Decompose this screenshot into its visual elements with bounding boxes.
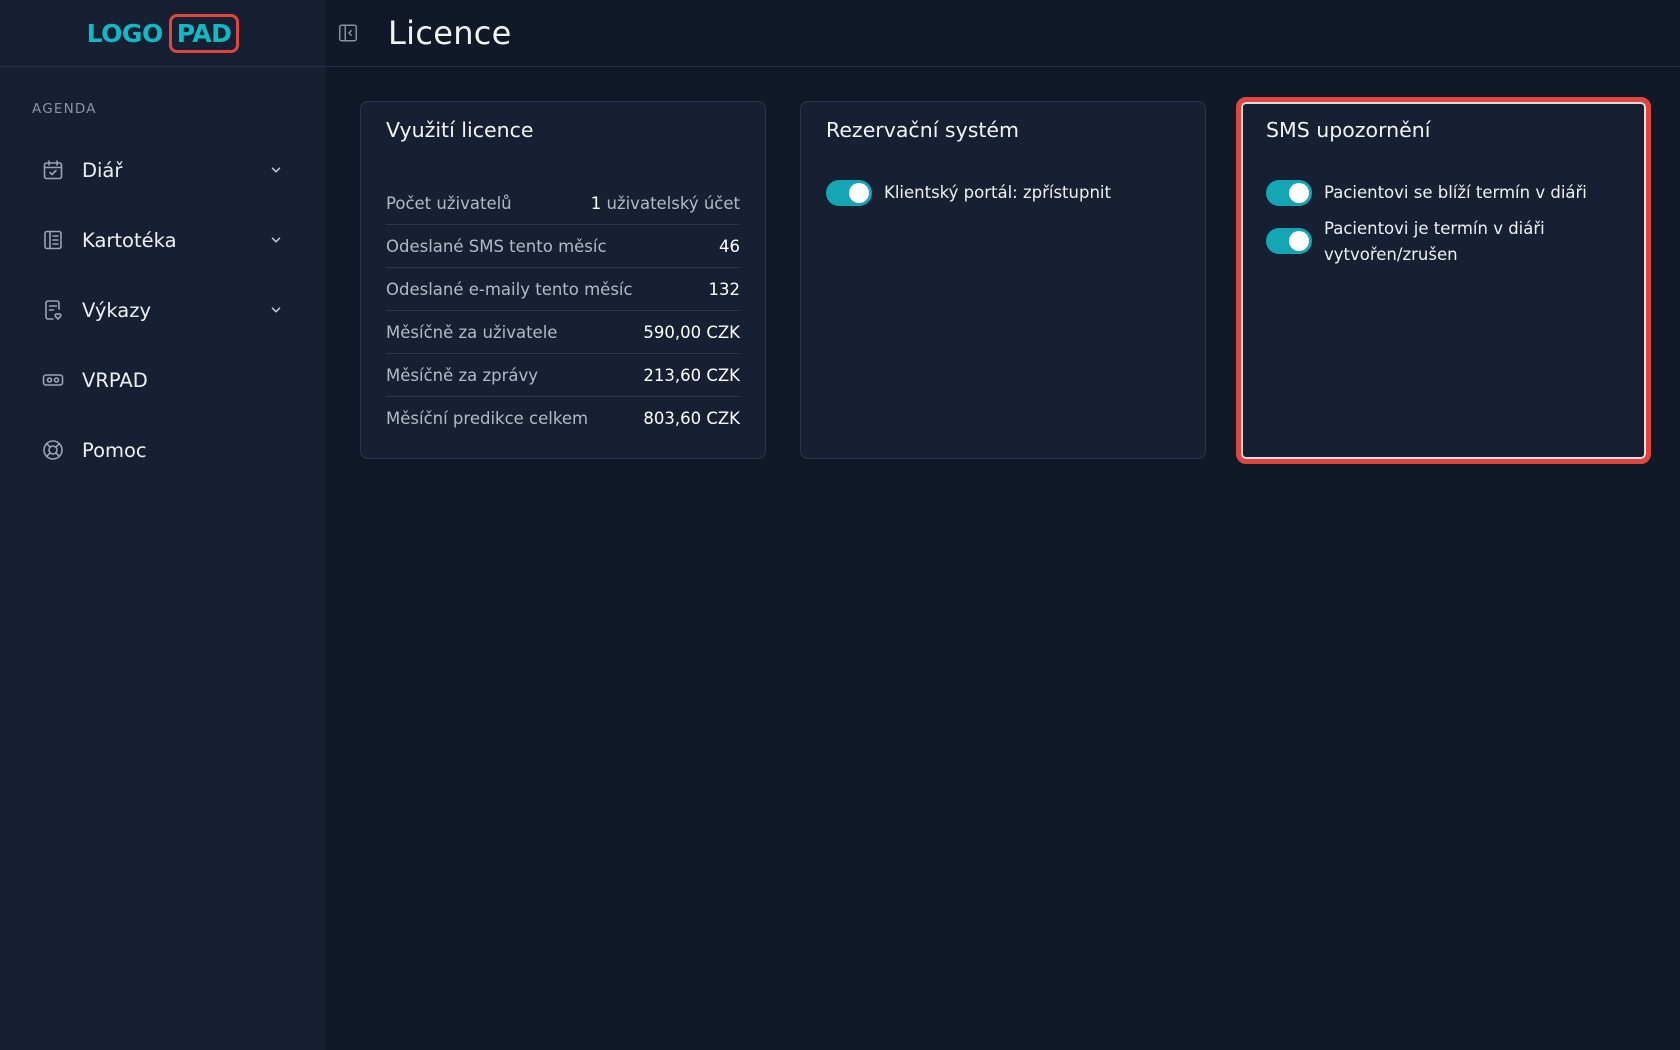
sidebar-item-vrpad[interactable]: VRPAD [0,345,326,415]
client-portal-toggle[interactable] [826,180,872,206]
toggle-row: Pacientovi je termín v diáři vytvořen/zr… [1266,216,1566,268]
sms-notifications-card: SMS upozornění Pacientovi se blíží termí… [1240,101,1646,459]
page-title: Licence [388,14,512,52]
stat-row: Měsíční predikce celkem 803,60 CZK [386,397,740,440]
toggle-label: Pacientovi je termín v diáři vytvořen/zr… [1324,219,1545,264]
toggle-knob [1289,231,1309,251]
sidebar-item-kartoteka[interactable]: Kartotéka [0,205,326,275]
toggle-label: Pacientovi se blíží termín v diáři [1324,183,1587,202]
file-cabinet-icon [40,227,66,253]
lifebuoy-icon [40,437,66,463]
chevron-down-icon[interactable] [268,302,284,318]
sidebar-item-label: VRPAD [82,368,148,392]
stat-value: 213,60 CZK [643,365,740,385]
logo[interactable]: LOGO PAD [86,13,240,53]
card-title: Rezervační systém [826,118,1020,142]
sidebar-item-diar[interactable]: Diář [0,135,326,205]
chevron-down-icon[interactable] [268,232,284,248]
toggle-knob [849,183,869,203]
stat-row: Měsíčně za uživatele 590,00 CZK [386,311,740,354]
sidebar-item-label: Výkazy [82,298,152,322]
stat-label: Odeslané e-maily tento měsíc [386,279,633,299]
sidebar-collapse-icon[interactable] [336,21,360,45]
sidebar-item-label: Pomoc [82,438,147,462]
stat-value-unit: uživatelský účet [606,193,740,213]
stat-value: 46 [719,236,740,256]
logo-text: LOGO [86,18,164,48]
sidebar-nav: Diář Kartotéka Výkazy VRPAD Pomoc [0,135,326,485]
license-stats: Počet uživatelů 1 uživatelský účet Odesl… [386,182,740,440]
stat-row: Odeslané SMS tento měsíc 46 [386,225,740,268]
reservation-system-card: Rezervační systém Klientský portál: zpří… [800,101,1206,459]
vr-headset-icon [40,367,66,393]
toggle-row: Pacientovi se blíží termín v diáři [1266,180,1620,206]
stat-value-number: 1 [590,193,602,213]
sms-upcoming-appointment-toggle[interactable] [1266,180,1312,206]
stat-label: Počet uživatelů [386,193,512,213]
sidebar-item-label: Kartotéka [82,228,177,252]
toggle-knob [1289,183,1309,203]
stat-row: Počet uživatelů 1 uživatelský účet [386,182,740,225]
stat-row: Odeslané e-maily tento měsíc 132 [386,268,740,311]
toggle-label: Klientský portál: zpřístupnit [884,183,1111,202]
stat-value: 1 uživatelský účet [591,194,740,213]
logo-area: LOGO PAD [0,0,326,67]
page-header: Licence [326,0,1680,67]
stat-value: 132 [708,279,741,299]
stat-label: Měsíční predikce celkem [386,409,589,428]
license-usage-card: Využití licence Počet uživatelů 1 uživat… [360,101,766,459]
stat-label: Měsíčně za uživatele [386,322,558,342]
stat-value: 803,60 CZK [643,409,740,428]
sidebar: LOGO PAD AGENDA Diář Kartotéka Výkazy VR… [0,0,326,1050]
report-icon [40,297,66,323]
logo-pad-text: PAD [168,13,240,53]
sidebar-item-label: Diář [82,158,123,182]
sidebar-item-pomoc[interactable]: Pomoc [0,415,326,485]
sidebar-item-vykazy[interactable]: Výkazy [0,275,326,345]
stat-label: Odeslané SMS tento měsíc [386,236,607,256]
stat-row: Měsíčně za zprávy 213,60 CZK [386,354,740,397]
stat-value: 590,00 CZK [643,322,740,342]
card-title: SMS upozornění [1266,118,1431,142]
stat-label: Měsíčně za zprávy [386,365,539,385]
sidebar-section-label: AGENDA [32,101,97,117]
calendar-check-icon [40,157,66,183]
card-title: Využití licence [386,118,534,142]
sms-appointment-created-cancelled-toggle[interactable] [1266,228,1312,254]
chevron-down-icon[interactable] [268,162,284,178]
toggle-row: Klientský portál: zpřístupnit [826,180,1180,206]
